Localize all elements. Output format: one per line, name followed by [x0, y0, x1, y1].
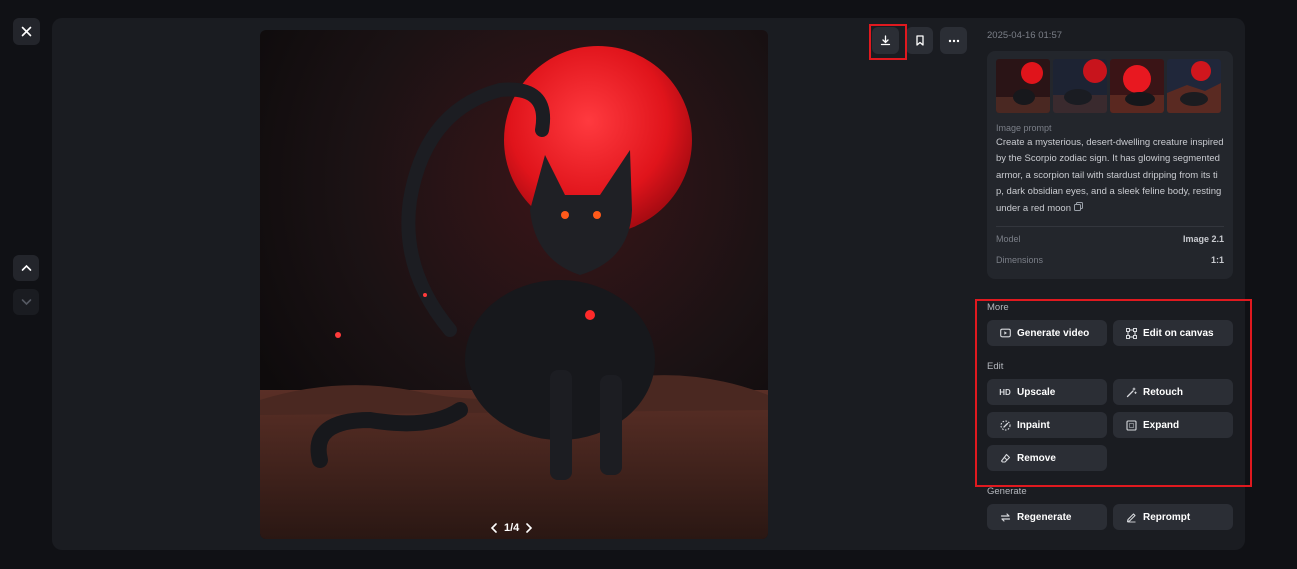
- copy-icon[interactable]: [1073, 201, 1083, 211]
- pager-label: 1/4: [504, 522, 520, 534]
- thumbnail[interactable]: [996, 59, 1050, 113]
- meta-value: Image 2.1: [1182, 234, 1224, 245]
- button-label: Reprompt: [1143, 511, 1191, 523]
- prompt-label: Image prompt: [996, 123, 1052, 133]
- chevron-right-icon[interactable]: [525, 523, 533, 533]
- more-options-button[interactable]: [940, 27, 967, 54]
- prompt-text: Create a mysterious, desert-dwelling cre…: [996, 135, 1224, 217]
- main-image: [260, 30, 768, 539]
- more-edit-highlight: [975, 299, 1252, 487]
- section-title-generate: Generate: [987, 486, 1027, 497]
- info-card: Image prompt Create a mysterious, desert…: [987, 51, 1233, 279]
- image-pager: 1/4: [490, 522, 533, 534]
- section-generate: Generate Regenerate Reprompt: [987, 486, 1234, 530]
- bookmark-icon: [915, 35, 924, 46]
- chevron-down-icon: [21, 299, 31, 306]
- timestamp: 2025-04-16 01:57: [987, 30, 1063, 41]
- meta-row-dimensions: Dimensions 1:1: [996, 255, 1224, 265]
- meta-key: Model: [996, 234, 1021, 245]
- download-highlight: [869, 24, 907, 60]
- previous-image-button[interactable]: [13, 255, 39, 281]
- divider: [996, 226, 1224, 228]
- reprompt-button[interactable]: Reprompt: [1113, 504, 1233, 530]
- pencil-icon: [1125, 512, 1137, 523]
- thumbnail[interactable]: [1053, 59, 1107, 113]
- bookmark-button[interactable]: [906, 27, 933, 54]
- thumbnail[interactable]: [1110, 59, 1164, 113]
- chevron-up-icon: [21, 264, 31, 271]
- meta-value: 1:1: [1210, 255, 1224, 266]
- close-button[interactable]: [13, 18, 40, 45]
- next-image-button[interactable]: [13, 289, 39, 315]
- button-label: Regenerate: [1017, 511, 1072, 523]
- thumbnail-strip: [996, 59, 1224, 113]
- regenerate-icon: [999, 512, 1011, 523]
- meta-row-model: Model Image 2.1: [996, 234, 1224, 244]
- thumbnail[interactable]: [1167, 59, 1221, 113]
- close-icon: [21, 26, 32, 37]
- chevron-left-icon[interactable]: [490, 523, 498, 533]
- regenerate-button[interactable]: Regenerate: [987, 504, 1107, 530]
- meta-key: Dimensions: [996, 255, 1044, 266]
- ellipsis-icon: [948, 39, 959, 42]
- prompt-content: Create a mysterious, desert-dwelling cre…: [996, 137, 1224, 214]
